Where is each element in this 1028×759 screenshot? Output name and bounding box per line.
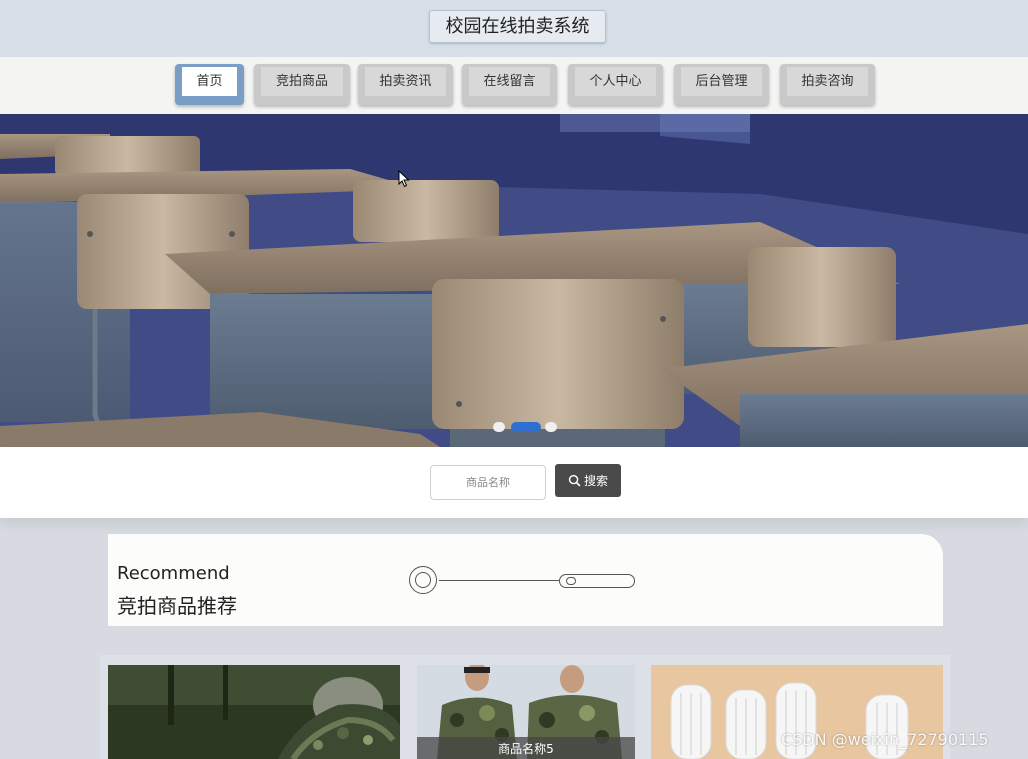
nav-item-auction-news[interactable]: 拍卖资讯 [358,64,453,105]
csdn-watermark: CSDN @weixin_72790115 [781,730,989,749]
nav-item-admin[interactable]: 后台管理 [674,64,769,105]
product-card[interactable]: 商品名称5 [417,665,635,759]
hero-carousel[interactable] [0,114,1028,447]
recommend-header: Recommend 竞拍商品推荐 [108,534,943,626]
site-header: 校园在线拍卖系统 [0,0,1028,57]
classroom-banner-image [0,114,1028,447]
nav-label: 竞拍商品 [261,67,343,96]
carousel-dot[interactable] [493,422,505,432]
site-title: 校园在线拍卖系统 [429,10,606,43]
nav-item-personal-center[interactable]: 个人中心 [568,64,663,105]
decorative-pill [559,574,635,588]
nav-item-auction-goods[interactable]: 竞拍商品 [254,64,350,105]
nav-item-home[interactable]: 首页 [175,64,244,105]
search-button-label: 搜索 [583,474,608,488]
nav-item-consult[interactable]: 拍卖咨询 [780,64,875,105]
nav-label: 首页 [182,67,237,96]
product-search-input[interactable] [430,465,546,500]
nav-label: 拍卖咨询 [787,67,868,96]
nav-label: 拍卖资讯 [365,67,446,96]
carousel-dot-active[interactable] [511,422,541,432]
decorative-inner-circle [415,572,431,588]
main-nav: 首页 竞拍商品 拍卖资讯 在线留言 个人中心 后台管理 拍卖咨询 [0,57,1028,114]
nav-label: 在线留言 [469,67,550,96]
product-card[interactable] [108,665,400,759]
search-button[interactable]: 搜索 [555,464,621,497]
search-section: 搜索 [0,447,1028,518]
mouse-cursor-icon [398,170,410,188]
decorative-circle [409,566,437,594]
recommend-title-en: Recommend [117,563,230,584]
decorative-line [439,580,559,581]
product-name: 商品名称5 [417,737,635,759]
recommend-title-cn: 竞拍商品推荐 [117,594,237,618]
search-icon [568,474,581,487]
decorative-pill-dot [566,577,576,585]
nav-label: 个人中心 [575,67,656,96]
carousel-dot[interactable] [545,422,557,432]
product-image-shoes [108,665,400,759]
nav-label: 后台管理 [681,67,762,96]
nav-item-message[interactable]: 在线留言 [462,64,557,105]
